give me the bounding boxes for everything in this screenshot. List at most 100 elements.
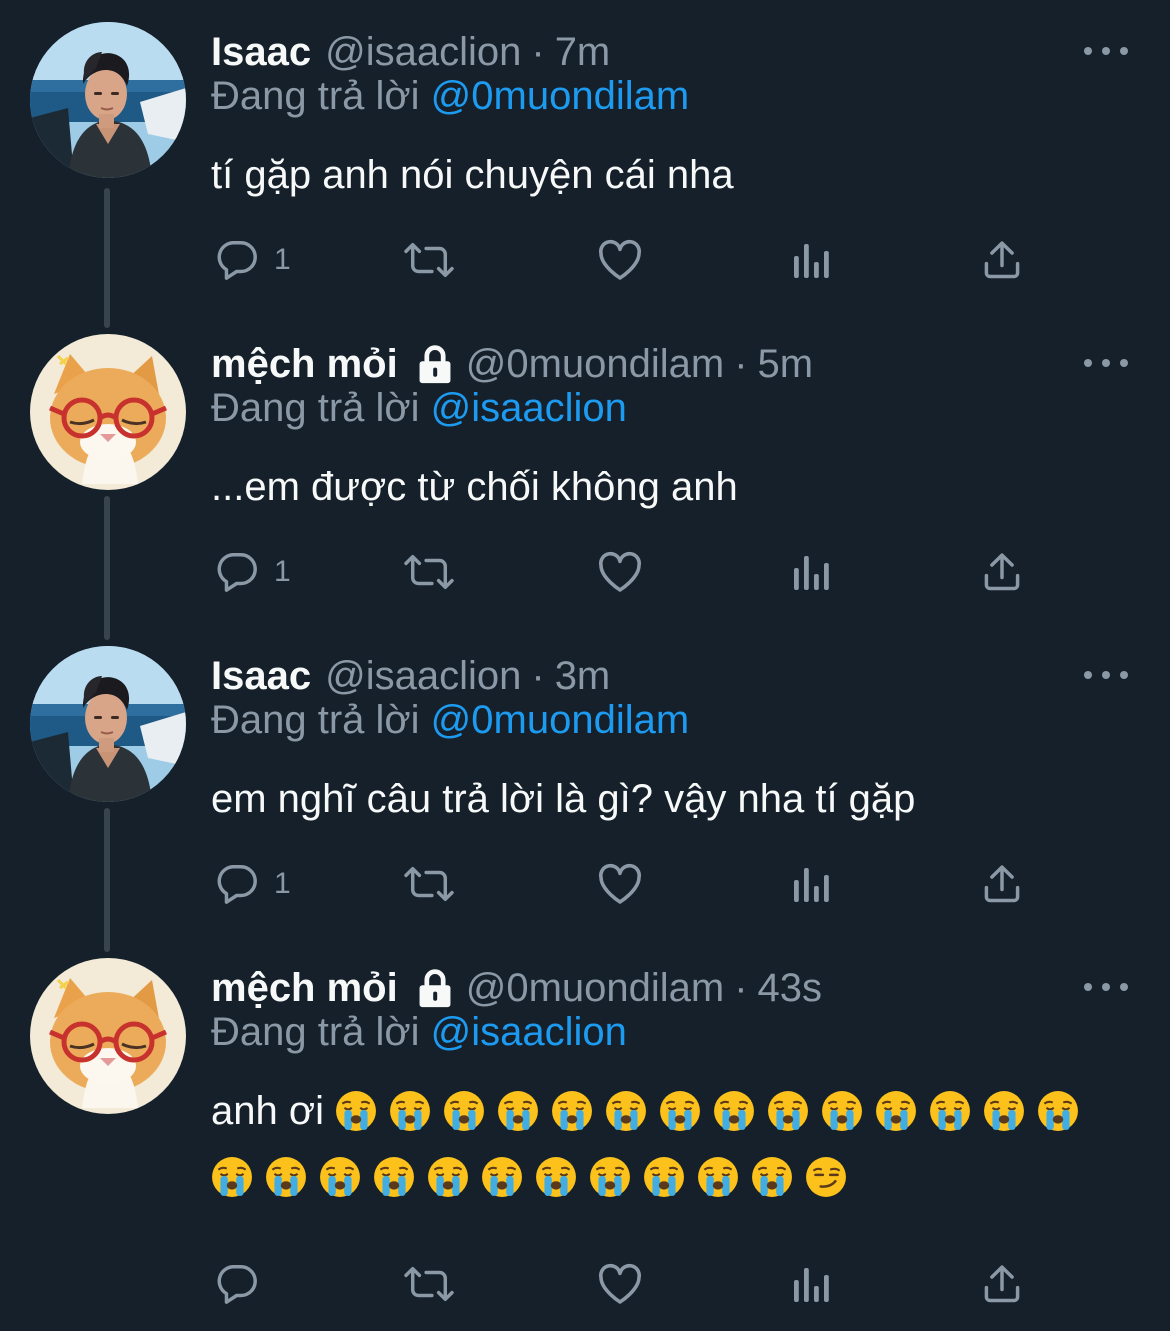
- lock-icon: [416, 344, 454, 384]
- more-options-icon[interactable]: [1084, 348, 1128, 378]
- views-button[interactable]: [792, 854, 832, 914]
- replying-to-label: Đang trả lời: [211, 698, 420, 742]
- share-icon: [980, 862, 1024, 906]
- retweet-icon: [400, 549, 458, 595]
- tweet-text: em nghĩ câu trả lời là gì? vậy nha tí gặ…: [211, 777, 916, 821]
- replying-to: Đang trả lời @isaaclion: [211, 1010, 627, 1055]
- reply-count: 1: [274, 243, 291, 276]
- tweet[interactable]: mệch mỏi @0muondilam · 5m Đang trả lời @…: [0, 334, 1170, 602]
- timestamp[interactable]: 43s: [758, 966, 823, 1011]
- like-button[interactable]: [596, 854, 644, 914]
- speech-bubble-icon: [214, 237, 260, 283]
- bar-chart-icon: [792, 552, 832, 592]
- tweet-text: ...em được từ chối không anh: [211, 465, 738, 509]
- like-button[interactable]: [596, 230, 644, 290]
- lock-icon: [416, 968, 454, 1008]
- replying-to: Đang trả lời @0muondilam: [211, 698, 689, 743]
- replying-to-label: Đang trả lời: [211, 74, 420, 118]
- reply-button[interactable]: [214, 1254, 274, 1314]
- bar-chart-icon: [792, 240, 832, 280]
- share-icon: [980, 1262, 1024, 1306]
- share-button[interactable]: [980, 854, 1024, 914]
- tweet[interactable]: mệch mỏi @0muondilam · 43s Đang trả lời …: [0, 958, 1170, 1314]
- mention-link[interactable]: @isaaclion: [431, 386, 627, 430]
- retweet-icon: [400, 1261, 458, 1307]
- separator-dot: ·: [734, 965, 748, 1010]
- avatar[interactable]: [30, 958, 186, 1114]
- display-name[interactable]: mệch mỏi: [211, 966, 398, 1011]
- display-name[interactable]: Isaac: [211, 30, 311, 75]
- retweet-button[interactable]: [400, 542, 458, 602]
- like-button[interactable]: [596, 542, 644, 602]
- separator-dot: ·: [531, 29, 545, 74]
- retweet-icon: [400, 237, 458, 283]
- reply-count: 1: [274, 867, 291, 900]
- share-icon: [980, 550, 1024, 594]
- display-name[interactable]: mệch mỏi: [211, 342, 398, 387]
- heart-icon: [596, 861, 644, 907]
- user-handle[interactable]: @isaaclion: [325, 30, 521, 75]
- avatar[interactable]: [30, 334, 186, 490]
- tweet-header: mệch mỏi @0muondilam · 5m: [211, 334, 813, 394]
- heart-icon: [596, 1261, 644, 1307]
- retweet-icon: [400, 861, 458, 907]
- replying-to-label: Đang trả lời: [211, 386, 420, 430]
- tweet-body: anh ơi 😭 😭 😭 😭 😭 😭: [211, 1078, 1091, 1210]
- speech-bubble-icon: [214, 549, 260, 595]
- tweet-header: Isaac @isaaclion · 3m: [211, 646, 610, 706]
- tweet-text: anh ơi: [211, 1089, 324, 1133]
- views-button[interactable]: [792, 1254, 832, 1314]
- more-options-icon[interactable]: [1084, 660, 1128, 690]
- reply-button[interactable]: 1: [214, 230, 291, 290]
- separator-dot: ·: [531, 653, 545, 698]
- retweet-button[interactable]: [400, 854, 458, 914]
- tweet-header: Isaac @isaaclion · 7m: [211, 22, 610, 82]
- tweet-actions: 1: [0, 230, 1170, 290]
- retweet-button[interactable]: [400, 230, 458, 290]
- display-name[interactable]: Isaac: [211, 654, 311, 699]
- share-button[interactable]: [980, 542, 1024, 602]
- avatar[interactable]: [30, 646, 186, 802]
- user-handle[interactable]: @0muondilam: [466, 342, 725, 387]
- tweet[interactable]: Isaac @isaaclion · 3m Đang trả lời @0muo…: [0, 646, 1170, 914]
- share-button[interactable]: [980, 1254, 1024, 1314]
- more-options-icon[interactable]: [1084, 36, 1128, 66]
- user-handle[interactable]: @isaaclion: [325, 654, 521, 699]
- mention-link[interactable]: @isaaclion: [431, 1010, 627, 1054]
- mention-link[interactable]: @0muondilam: [431, 698, 690, 742]
- more-options-icon[interactable]: [1084, 972, 1128, 1002]
- timestamp[interactable]: 7m: [555, 30, 611, 75]
- heart-icon: [596, 237, 644, 283]
- share-button[interactable]: [980, 230, 1024, 290]
- heart-icon: [596, 549, 644, 595]
- tweet-actions: 1: [0, 854, 1170, 914]
- like-button[interactable]: [596, 1254, 644, 1314]
- replying-to: Đang trả lời @isaaclion: [211, 386, 627, 431]
- bar-chart-icon: [792, 1264, 832, 1304]
- reply-button[interactable]: 1: [214, 542, 291, 602]
- retweet-button[interactable]: [400, 1254, 458, 1314]
- tweet-body: em nghĩ câu trả lời là gì? vậy nha tí gặ…: [211, 766, 915, 832]
- tweet-actions: 1: [0, 542, 1170, 602]
- tweet-body: ...em được từ chối không anh: [211, 454, 738, 520]
- replying-to-label: Đang trả lời: [211, 1010, 420, 1054]
- mention-link[interactable]: @0muondilam: [431, 74, 690, 118]
- share-icon: [980, 238, 1024, 282]
- user-handle[interactable]: @0muondilam: [466, 966, 725, 1011]
- speech-bubble-icon: [214, 1261, 260, 1307]
- views-button[interactable]: [792, 542, 832, 602]
- bar-chart-icon: [792, 864, 832, 904]
- tweet-actions: [0, 1254, 1170, 1314]
- avatar[interactable]: [30, 22, 186, 178]
- tweet-header: mệch mỏi @0muondilam · 43s: [211, 958, 822, 1018]
- replying-to: Đang trả lời @0muondilam: [211, 74, 689, 119]
- timestamp[interactable]: 3m: [555, 654, 611, 699]
- tweet-body: tí gặp anh nói chuyện cái nha: [211, 142, 734, 208]
- separator-dot: ·: [734, 341, 748, 386]
- tweet-text: tí gặp anh nói chuyện cái nha: [211, 153, 734, 197]
- speech-bubble-icon: [214, 861, 260, 907]
- reply-button[interactable]: 1: [214, 854, 291, 914]
- tweet[interactable]: Isaac @isaaclion · 7m Đang trả lời @0muo…: [0, 22, 1170, 290]
- views-button[interactable]: [792, 230, 832, 290]
- timestamp[interactable]: 5m: [758, 342, 814, 387]
